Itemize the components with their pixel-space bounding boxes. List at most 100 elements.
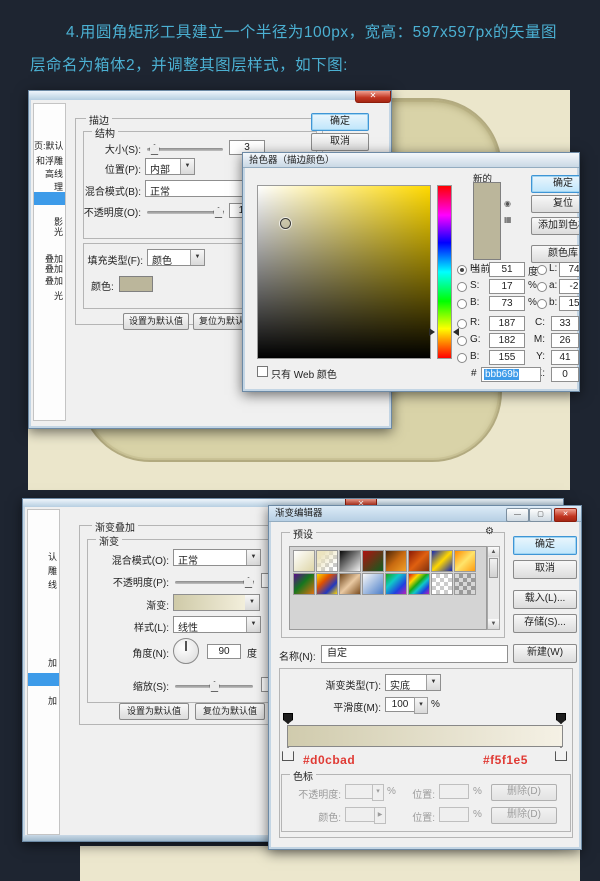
r-input[interactable]: 187 (489, 316, 525, 331)
gradient-preset[interactable] (316, 550, 338, 572)
web-color-cube-icon[interactable]: ▦ (504, 215, 512, 224)
fill-type-dropdown[interactable]: 颜色 ▼ (147, 249, 205, 266)
sidebar-item-pattern-overlay[interactable]: 叠加 (34, 274, 63, 286)
picker-reset-button[interactable]: 复位 (531, 195, 580, 213)
picker-ok-button[interactable]: 确定 (531, 175, 580, 193)
angle-input[interactable]: 90 (207, 644, 241, 659)
hue-slider[interactable] (437, 185, 452, 359)
sidebar-item-gradient-overlay[interactable]: 叠加 (34, 262, 63, 274)
gradient-preset[interactable] (454, 573, 476, 595)
l-input[interactable]: 74 (559, 262, 580, 277)
s-input[interactable]: 17 (489, 279, 525, 294)
gradient-preview[interactable] (173, 594, 247, 611)
hex-input[interactable]: bbb69b (481, 367, 541, 382)
maximize-button[interactable]: ▢ (529, 508, 552, 522)
stop-color-well[interactable] (345, 807, 375, 822)
gradient-bar[interactable] (287, 725, 563, 747)
close-button[interactable]: ✕ (355, 91, 391, 103)
b-radio[interactable] (457, 299, 467, 309)
set-default-button[interactable]: 设置为默认值 (123, 313, 189, 330)
gradient-preset[interactable] (339, 573, 361, 595)
gradient-preset[interactable] (339, 550, 361, 572)
a-input[interactable]: -2 (559, 279, 580, 294)
scroll-up-icon[interactable]: ▲ (488, 547, 499, 557)
hue-arrow-left-icon[interactable] (429, 328, 435, 336)
stroke-color-swatch[interactable] (119, 276, 153, 292)
color-field[interactable] (257, 185, 431, 359)
r-radio[interactable] (457, 319, 467, 329)
gradient-preset[interactable] (293, 573, 315, 595)
m-input[interactable]: 26 (551, 333, 579, 348)
color-field-marker[interactable] (280, 218, 291, 229)
lab-b-radio[interactable] (537, 299, 547, 309)
gradient-preset[interactable] (362, 550, 384, 572)
scrollbar-thumb[interactable] (489, 558, 498, 578)
color-picker-titlebar[interactable]: 拾色器（描边颜色） (243, 153, 579, 168)
gradient-preset[interactable] (431, 573, 453, 595)
opacity-slider[interactable] (175, 581, 253, 584)
opacity-slider[interactable] (147, 211, 223, 214)
sidebar-item-bevel-emboss[interactable]: 和浮雕 (34, 154, 63, 166)
gradient-type-dropdown[interactable]: 实底 ▼ (385, 674, 441, 691)
reset-default-button[interactable]: 复位为默认值 (195, 703, 265, 720)
stop-position-input-2[interactable] (439, 807, 469, 822)
new-button[interactable]: 新建(W) (513, 644, 577, 663)
sidebar-item-gradient-overlay-selected[interactable] (28, 673, 59, 686)
set-default-button[interactable]: 设置为默认值 (119, 703, 189, 720)
stop-position-input[interactable] (439, 784, 469, 799)
sidebar-item-contour[interactable]: 高线 (34, 167, 63, 179)
b2-radio[interactable] (457, 353, 467, 363)
blend-mode-dropdown[interactable]: 正常 ▼ (173, 549, 261, 566)
position-dropdown[interactable]: 内部 ▼ (145, 158, 195, 175)
stop-opacity-input[interactable] (345, 784, 373, 799)
cancel-button[interactable]: 取消 (311, 133, 369, 151)
a-radio[interactable] (537, 282, 547, 292)
sidebar-item-outer-glow[interactable]: 光 (34, 289, 63, 301)
delete-color-stop-button[interactable]: 删除(D) (491, 807, 557, 824)
gradient-preset[interactable] (454, 550, 476, 572)
k-input[interactable]: 0 (551, 367, 579, 382)
sidebar-item-fragment[interactable]: 加 (28, 656, 57, 668)
scroll-down-icon[interactable]: ▼ (488, 619, 499, 629)
l-radio[interactable] (537, 265, 547, 275)
editor-cancel-button[interactable]: 取消 (513, 560, 577, 579)
sidebar-item-fragment[interactable]: 认 (28, 550, 57, 562)
presets-scrollbar[interactable]: ▲ ▼ (487, 546, 500, 630)
angle-dial[interactable] (173, 638, 199, 664)
color-libraries-button[interactable]: 颜色库 (531, 245, 580, 263)
gear-icon[interactable]: ⚙ (485, 526, 494, 537)
web-only-checkbox[interactable] (257, 366, 268, 377)
gradient-preset[interactable] (385, 550, 407, 572)
ok-button[interactable]: 确定 (311, 113, 369, 131)
gradient-preset[interactable] (408, 550, 430, 572)
gradient-preset[interactable] (293, 550, 315, 572)
sidebar-item-blending-options[interactable]: 页:默认 (34, 139, 63, 151)
b2-input[interactable]: 155 (489, 350, 525, 365)
size-slider[interactable] (147, 148, 223, 151)
gradient-preset[interactable] (385, 573, 407, 595)
sidebar-item-fragment[interactable]: 线 (28, 578, 57, 590)
gradient-preset[interactable] (362, 573, 384, 595)
smoothness-input[interactable]: 100 (385, 697, 415, 712)
editor-ok-button[interactable]: 确定 (513, 536, 577, 555)
y-input[interactable]: 41 (551, 350, 579, 365)
smoothness-spinner[interactable]: ▾ (414, 697, 428, 714)
add-to-swatches-button[interactable]: 添加到色板 (531, 217, 580, 235)
g-radio[interactable] (457, 336, 467, 346)
minimize-button[interactable]: — (506, 508, 529, 522)
s-radio[interactable] (457, 282, 467, 292)
gradient-preset[interactable] (431, 550, 453, 572)
delete-opacity-stop-button[interactable]: 删除(D) (491, 784, 557, 801)
sidebar-item-fragment[interactable]: 雕 (28, 564, 57, 576)
h-input[interactable]: 51 (489, 262, 525, 277)
style-dropdown[interactable]: 线性 ▼ (173, 616, 261, 633)
b-input[interactable]: 73 (489, 296, 525, 311)
hue-arrow-right-icon[interactable] (453, 328, 459, 336)
sidebar-item-inner-glow[interactable]: 光 (34, 225, 63, 237)
g-input[interactable]: 182 (489, 333, 525, 348)
save-button[interactable]: 存储(S)... (513, 614, 577, 633)
name-input[interactable]: 自定 (321, 645, 508, 663)
gradient-preset[interactable] (408, 573, 430, 595)
gamut-warning-icon[interactable]: ◉ (504, 199, 511, 208)
close-button[interactable]: ✕ (554, 508, 577, 522)
